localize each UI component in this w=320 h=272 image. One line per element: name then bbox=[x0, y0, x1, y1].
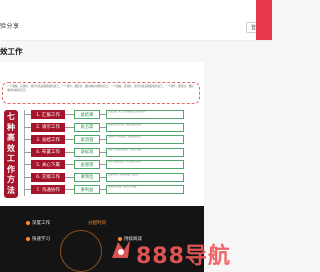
connector bbox=[24, 151, 31, 153]
method-title-char: 法 bbox=[7, 185, 15, 195]
method-tag: 讲到位 bbox=[74, 172, 100, 182]
connector bbox=[24, 176, 31, 178]
article-title: 效工作 bbox=[0, 47, 23, 56]
method-row: 2. 请示工作 说方案 说出自己的方案，请领导进行选择 bbox=[24, 122, 204, 132]
method-tag: 说方案 bbox=[74, 122, 100, 132]
method-desc: 说出自己的方案，请领导进行选择 bbox=[106, 122, 184, 132]
method-desc: 总结每一步的流程，找出问题所在 bbox=[106, 135, 184, 144]
dark-item: 深度工作 bbox=[26, 220, 50, 226]
method-title-char: 高 bbox=[7, 133, 15, 143]
site-title[interactable]: 验分享 bbox=[0, 21, 20, 30]
connector bbox=[24, 114, 31, 115]
method-name: 6. 交接工作 bbox=[31, 172, 65, 182]
method-row: 7. 沟通协作 讲利益 讲清双方利益，促进合作共赢 bbox=[24, 185, 204, 194]
method-title-char: 工 bbox=[7, 154, 15, 164]
top-bar: 验分享 登录 bbox=[0, 0, 272, 41]
infographic-intro: 一个领袖，首领时，领导力就是我需要的自己，一个领导，都觉过，做好事的时候的自己。… bbox=[2, 82, 200, 104]
method-row: 6. 交接工作 讲到位 交接时把工作讲清讲透，做到位 bbox=[24, 172, 204, 182]
rocket-icon bbox=[112, 240, 130, 258]
method-tag: 说结果 bbox=[74, 110, 100, 119]
method-title-char: 效 bbox=[7, 143, 15, 153]
connector bbox=[65, 151, 74, 153]
dark-item: 分配时间 bbox=[88, 221, 106, 226]
method-name: 1. 汇报工作 bbox=[31, 110, 65, 119]
method-row: 1. 汇报工作 说结果 注意结果，把工作的结果先汇报给领导 bbox=[24, 110, 204, 119]
method-title-char: 作 bbox=[7, 164, 15, 174]
method-desc: 注意结果，把工作的结果先汇报给领导 bbox=[106, 110, 184, 119]
bullet-icon bbox=[26, 236, 30, 241]
method-name: 4. 布置工作 bbox=[31, 147, 65, 157]
method-desc: 交接时把工作讲清讲透，做到位 bbox=[106, 172, 184, 182]
connector bbox=[24, 139, 31, 140]
method-tag: 说标准 bbox=[74, 147, 100, 157]
connector bbox=[65, 126, 74, 128]
connector bbox=[24, 189, 31, 190]
method-desc: 讲清工作要求和标准，让执行有据 bbox=[106, 147, 184, 157]
dark-item: 快速学习 bbox=[26, 236, 50, 242]
method-row: 3. 总结工作 说流程 总结每一步的流程，找出问题所在 bbox=[24, 135, 204, 144]
method-title-char: 七 bbox=[7, 112, 15, 121]
bullet-icon bbox=[26, 220, 30, 225]
method-name: 7. 沟通协作 bbox=[31, 185, 65, 194]
method-tag: 说感受 bbox=[74, 160, 100, 169]
connector bbox=[24, 164, 31, 165]
method-title-char: 种 bbox=[7, 122, 15, 132]
connector bbox=[65, 164, 74, 165]
connector bbox=[65, 114, 74, 115]
method-tag: 讲利益 bbox=[74, 185, 100, 194]
brand-accent bbox=[256, 0, 272, 40]
method-row: 4. 布置工作 说标准 讲清工作要求和标准，让执行有据 bbox=[24, 147, 204, 157]
watermark-logo: 888导航 bbox=[136, 244, 231, 269]
method-tag: 说流程 bbox=[74, 135, 100, 144]
method-name: 5. 关心下属 bbox=[31, 160, 65, 169]
method-name: 3. 总结工作 bbox=[31, 135, 65, 144]
method-title-char: 方 bbox=[7, 175, 15, 185]
method-desc: 多问下属的感受，关心他们的需求 bbox=[106, 160, 184, 169]
method-name: 2. 请示工作 bbox=[31, 122, 65, 132]
method-desc: 讲清双方利益，促进合作共赢 bbox=[106, 185, 184, 194]
connector bbox=[24, 126, 31, 128]
connector bbox=[65, 176, 74, 178]
method-row: 5. 关心下属 说感受 多问下属的感受，关心他们的需求 bbox=[24, 160, 204, 169]
connector bbox=[65, 189, 74, 190]
method-title: 七种高效工作方法 bbox=[4, 110, 18, 198]
connector bbox=[65, 139, 74, 140]
orbit-decoration bbox=[60, 230, 102, 272]
